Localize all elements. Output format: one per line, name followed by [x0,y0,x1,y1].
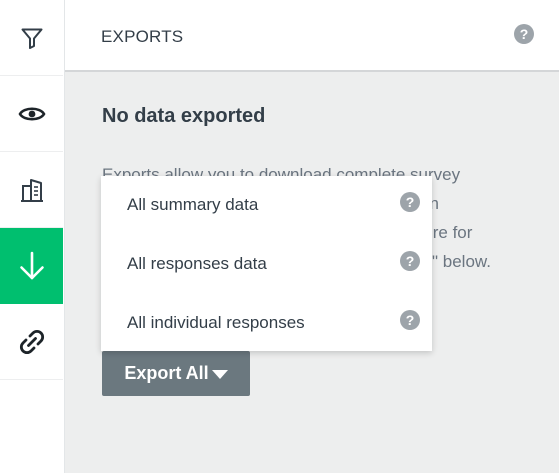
rail-item-view[interactable] [0,76,63,152]
link-icon [19,329,44,354]
rail-item-filter[interactable] [0,0,63,76]
menu-item-responses-data[interactable]: All responses data ? [101,235,432,293]
caret-down-icon [211,369,228,379]
menu-item-individual-responses[interactable]: All individual responses ? [101,294,432,352]
filter-icon [21,28,42,49]
buildings-icon [20,178,43,202]
rail-item-share[interactable] [0,304,63,380]
eye-icon [18,106,45,121]
export-dropdown-menu: All summary data ? All responses data ? … [101,176,432,351]
menu-item-label: All summary data [127,195,259,214]
menu-item-label: All responses data [127,254,267,273]
download-arrow-icon [19,251,44,279]
panel-title: EXPORTS [101,27,184,46]
help-icon[interactable]: ? [400,192,420,212]
export-all-label: Export All [124,363,209,383]
icon-rail [0,0,65,473]
rail-item-compare[interactable] [0,152,63,228]
empty-state-title: No data exported [102,105,266,127]
export-all-button[interactable]: Export All [102,351,250,396]
menu-item-summary-data[interactable]: All summary data ? [101,176,432,234]
help-icon[interactable]: ? [514,24,534,44]
help-icon[interactable]: ? [400,251,420,271]
menu-item-label: All individual responses [127,313,305,332]
panel-header: EXPORTS ? [65,0,559,72]
rail-item-exports[interactable] [0,228,63,304]
help-icon[interactable]: ? [400,310,420,330]
